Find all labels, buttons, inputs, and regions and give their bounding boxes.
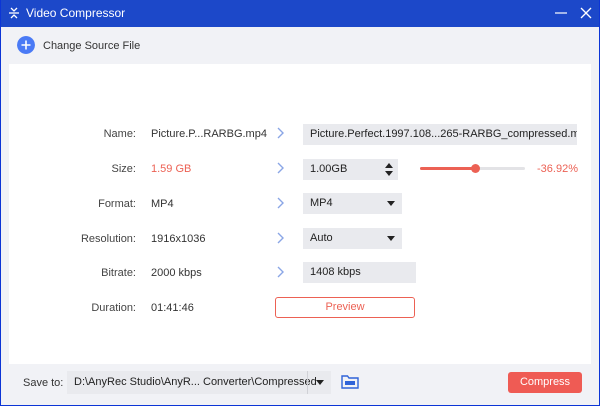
stepper-down-icon[interactable]	[385, 171, 393, 176]
video-compressor-window: Video Compressor Change Source File Name…	[1, 0, 599, 405]
plus-circle-icon[interactable]	[17, 36, 35, 54]
output-size-stepper[interactable]: 1.00GB	[303, 159, 398, 180]
save-to-label: Save to:	[23, 377, 64, 389]
size-label: Size:	[111, 163, 136, 175]
window-title: Video Compressor	[26, 6, 126, 20]
size-slider[interactable]	[420, 164, 525, 173]
stepper-up-icon[interactable]	[385, 163, 393, 168]
chevron-down-icon	[316, 380, 324, 385]
save-path-dropdown[interactable]	[307, 371, 331, 394]
format-select-value: MP4	[310, 197, 333, 209]
compression-settings-panel: Name: Picture.P...RARBG.mp4 Picture.Perf…	[9, 64, 591, 364]
duration-value: 01:41:46	[151, 302, 194, 314]
change-source-button[interactable]: Change Source File	[43, 40, 140, 52]
name-label: Name:	[103, 128, 136, 140]
duration-label: Duration:	[91, 302, 136, 314]
source-name-value: Picture.P...RARBG.mp4	[151, 128, 267, 140]
folder-icon[interactable]	[341, 374, 359, 390]
compress-button[interactable]: Compress	[508, 372, 582, 393]
minimize-icon[interactable]	[552, 4, 570, 22]
size-percent: -36.92%	[537, 163, 578, 175]
chevron-down-icon[interactable]	[387, 236, 395, 241]
output-name-field[interactable]: Picture.Perfect.1997.108...265-RARBG_com…	[303, 124, 577, 145]
chevron-down-icon[interactable]	[387, 201, 395, 206]
chevron-right-icon	[277, 266, 284, 278]
resolution-select-value: Auto	[310, 232, 333, 244]
size-slider-thumb[interactable]	[470, 164, 480, 173]
source-size-value: 1.59 GB	[151, 163, 192, 175]
output-size-value: 1.00GB	[310, 163, 348, 175]
chevron-right-icon	[277, 232, 284, 244]
source-bitrate-value: 2000 kbps	[151, 267, 202, 279]
bitrate-field[interactable]: 1408 kbps	[303, 262, 416, 283]
preview-button[interactable]: Preview	[275, 297, 415, 318]
bitrate-label: Bitrate:	[101, 267, 136, 279]
chevron-right-icon	[277, 162, 284, 174]
chevron-right-icon	[277, 197, 284, 209]
size-slider-fill	[420, 167, 475, 170]
close-icon[interactable]	[577, 4, 595, 22]
compress-icon	[9, 7, 19, 19]
resolution-label: Resolution:	[80, 233, 136, 245]
format-label: Format:	[98, 198, 136, 210]
source-format-value: MP4	[151, 198, 174, 210]
title-bar: Video Compressor	[1, 0, 599, 27]
source-resolution-value: 1916x1036	[151, 233, 206, 245]
chevron-right-icon	[277, 127, 284, 139]
save-path-field[interactable]: D:\AnyRec Studio\AnyR... Converter\Compr…	[67, 371, 331, 394]
